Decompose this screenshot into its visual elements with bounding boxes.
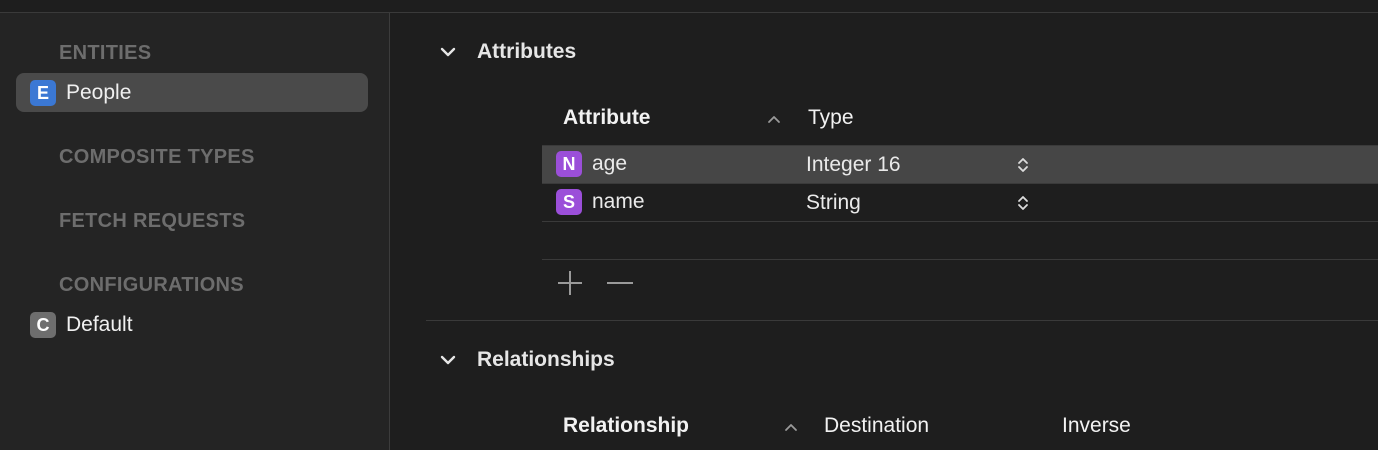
sidebar-divider[interactable] [389,13,390,450]
relationships-section-title: Relationships [477,348,615,371]
fetch-requests-header[interactable]: FETCH REQUESTS [59,210,245,233]
attribute-type-badge-icon: N [556,151,582,177]
destination-column-header[interactable]: Destination [824,414,929,438]
type-popup-stepper-icon[interactable] [1017,194,1029,212]
composite-types-header[interactable]: COMPOSITE TYPES [59,146,255,169]
table-bottom-divider [542,259,1378,260]
table-row[interactable]: N age Integer 16 [542,146,1378,183]
configuration-badge-icon: C [30,312,56,338]
entities-header: ENTITIES [59,42,152,64]
configurations-header[interactable]: CONFIGURATIONS [59,274,244,297]
relationship-column-header[interactable]: Relationship [563,414,689,438]
chevron-down-icon[interactable] [440,46,456,58]
type-column-header[interactable]: Type [808,106,854,130]
sidebar-item-label: People [66,81,132,104]
attribute-name[interactable]: name [592,190,645,214]
inverse-column-header[interactable]: Inverse [1062,414,1131,438]
type-popup-stepper-icon[interactable] [1017,156,1029,174]
sort-ascending-icon[interactable] [767,114,781,124]
row-divider [542,221,1378,222]
attribute-type-value[interactable]: Integer 16 [806,153,901,177]
sidebar-item-label: Default [66,313,133,336]
chevron-down-icon[interactable] [440,354,456,366]
attribute-type-badge-icon: S [556,189,582,215]
attribute-name[interactable]: age [592,152,627,176]
attribute-column-header[interactable]: Attribute [563,106,651,130]
minus-icon[interactable] [605,268,635,298]
section-divider [426,320,1378,321]
sidebar-item-default[interactable]: C Default [16,305,368,344]
entity-badge-icon: E [30,80,56,106]
table-row[interactable]: S name String [542,184,1378,221]
sort-ascending-icon[interactable] [784,422,798,432]
sidebar-item-people[interactable]: E People [16,73,368,112]
attributes-section-title: Attributes [477,40,577,63]
plus-icon[interactable] [555,268,585,298]
attribute-type-value[interactable]: String [806,191,861,215]
